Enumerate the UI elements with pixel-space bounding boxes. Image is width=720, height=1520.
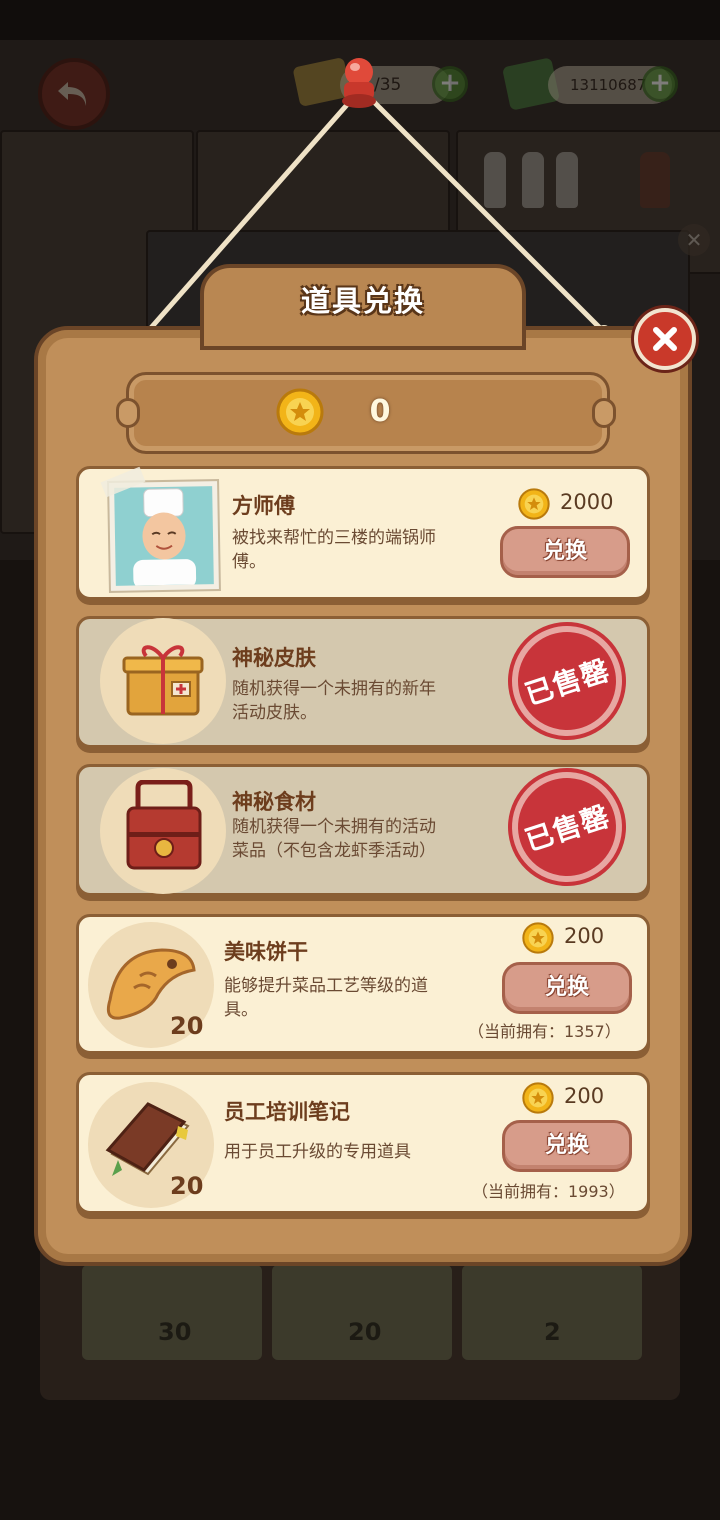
bar-knob xyxy=(592,398,616,428)
item-quantity: 20 xyxy=(170,1172,204,1200)
coin-balance-value: 0 xyxy=(369,394,391,429)
exchange-button[interactable]: 兑换 xyxy=(500,526,630,578)
exchange-button[interactable]: 兑换 xyxy=(502,962,632,1014)
gold-coin-icon xyxy=(518,488,550,520)
item-title: 员工培训笔记 xyxy=(224,1100,350,1124)
item-price: 200 xyxy=(564,1084,605,1108)
close-icon xyxy=(653,327,677,351)
item-title: 方师傅 xyxy=(232,494,295,518)
item-description: 能够提升菜品工艺等级的道具。 xyxy=(224,976,428,1020)
gift-box-icon xyxy=(122,645,204,716)
item-description: 随机获得一个未拥有的新年活动皮肤。 xyxy=(232,679,436,723)
bar-knob xyxy=(116,398,140,428)
item-quantity: 20 xyxy=(170,1012,204,1040)
item-price: 200 xyxy=(564,924,605,948)
item-title: 神秘皮肤 xyxy=(232,646,316,670)
item-title: 美味饼干 xyxy=(224,940,308,964)
item-description: 用于员工升级的专用道具 xyxy=(224,1142,411,1162)
gold-coin-icon xyxy=(522,922,554,954)
dialog-title: 道具兑换 xyxy=(300,284,425,318)
owned-count: （当前拥有：1993） xyxy=(472,1182,625,1201)
item-description: 被找来帮忙的三楼的端锅师傅。 xyxy=(232,528,436,572)
gold-coin-icon xyxy=(522,1082,554,1114)
item-description: 随机获得一个未拥有的活动菜品（不包含龙虾季活动） xyxy=(232,817,436,861)
owned-count: （当前拥有：1357） xyxy=(468,1022,621,1041)
pushpin-icon xyxy=(342,58,376,108)
gold-coin-icon xyxy=(276,388,324,436)
item-price: 2000 xyxy=(560,490,614,514)
close-button[interactable] xyxy=(634,308,696,370)
lunch-box-icon xyxy=(126,780,202,870)
exchange-button[interactable]: 兑换 xyxy=(502,1120,632,1172)
item-title: 神秘食材 xyxy=(232,790,316,814)
chef-portrait-icon xyxy=(107,479,221,593)
notebook-icon xyxy=(105,1102,190,1176)
